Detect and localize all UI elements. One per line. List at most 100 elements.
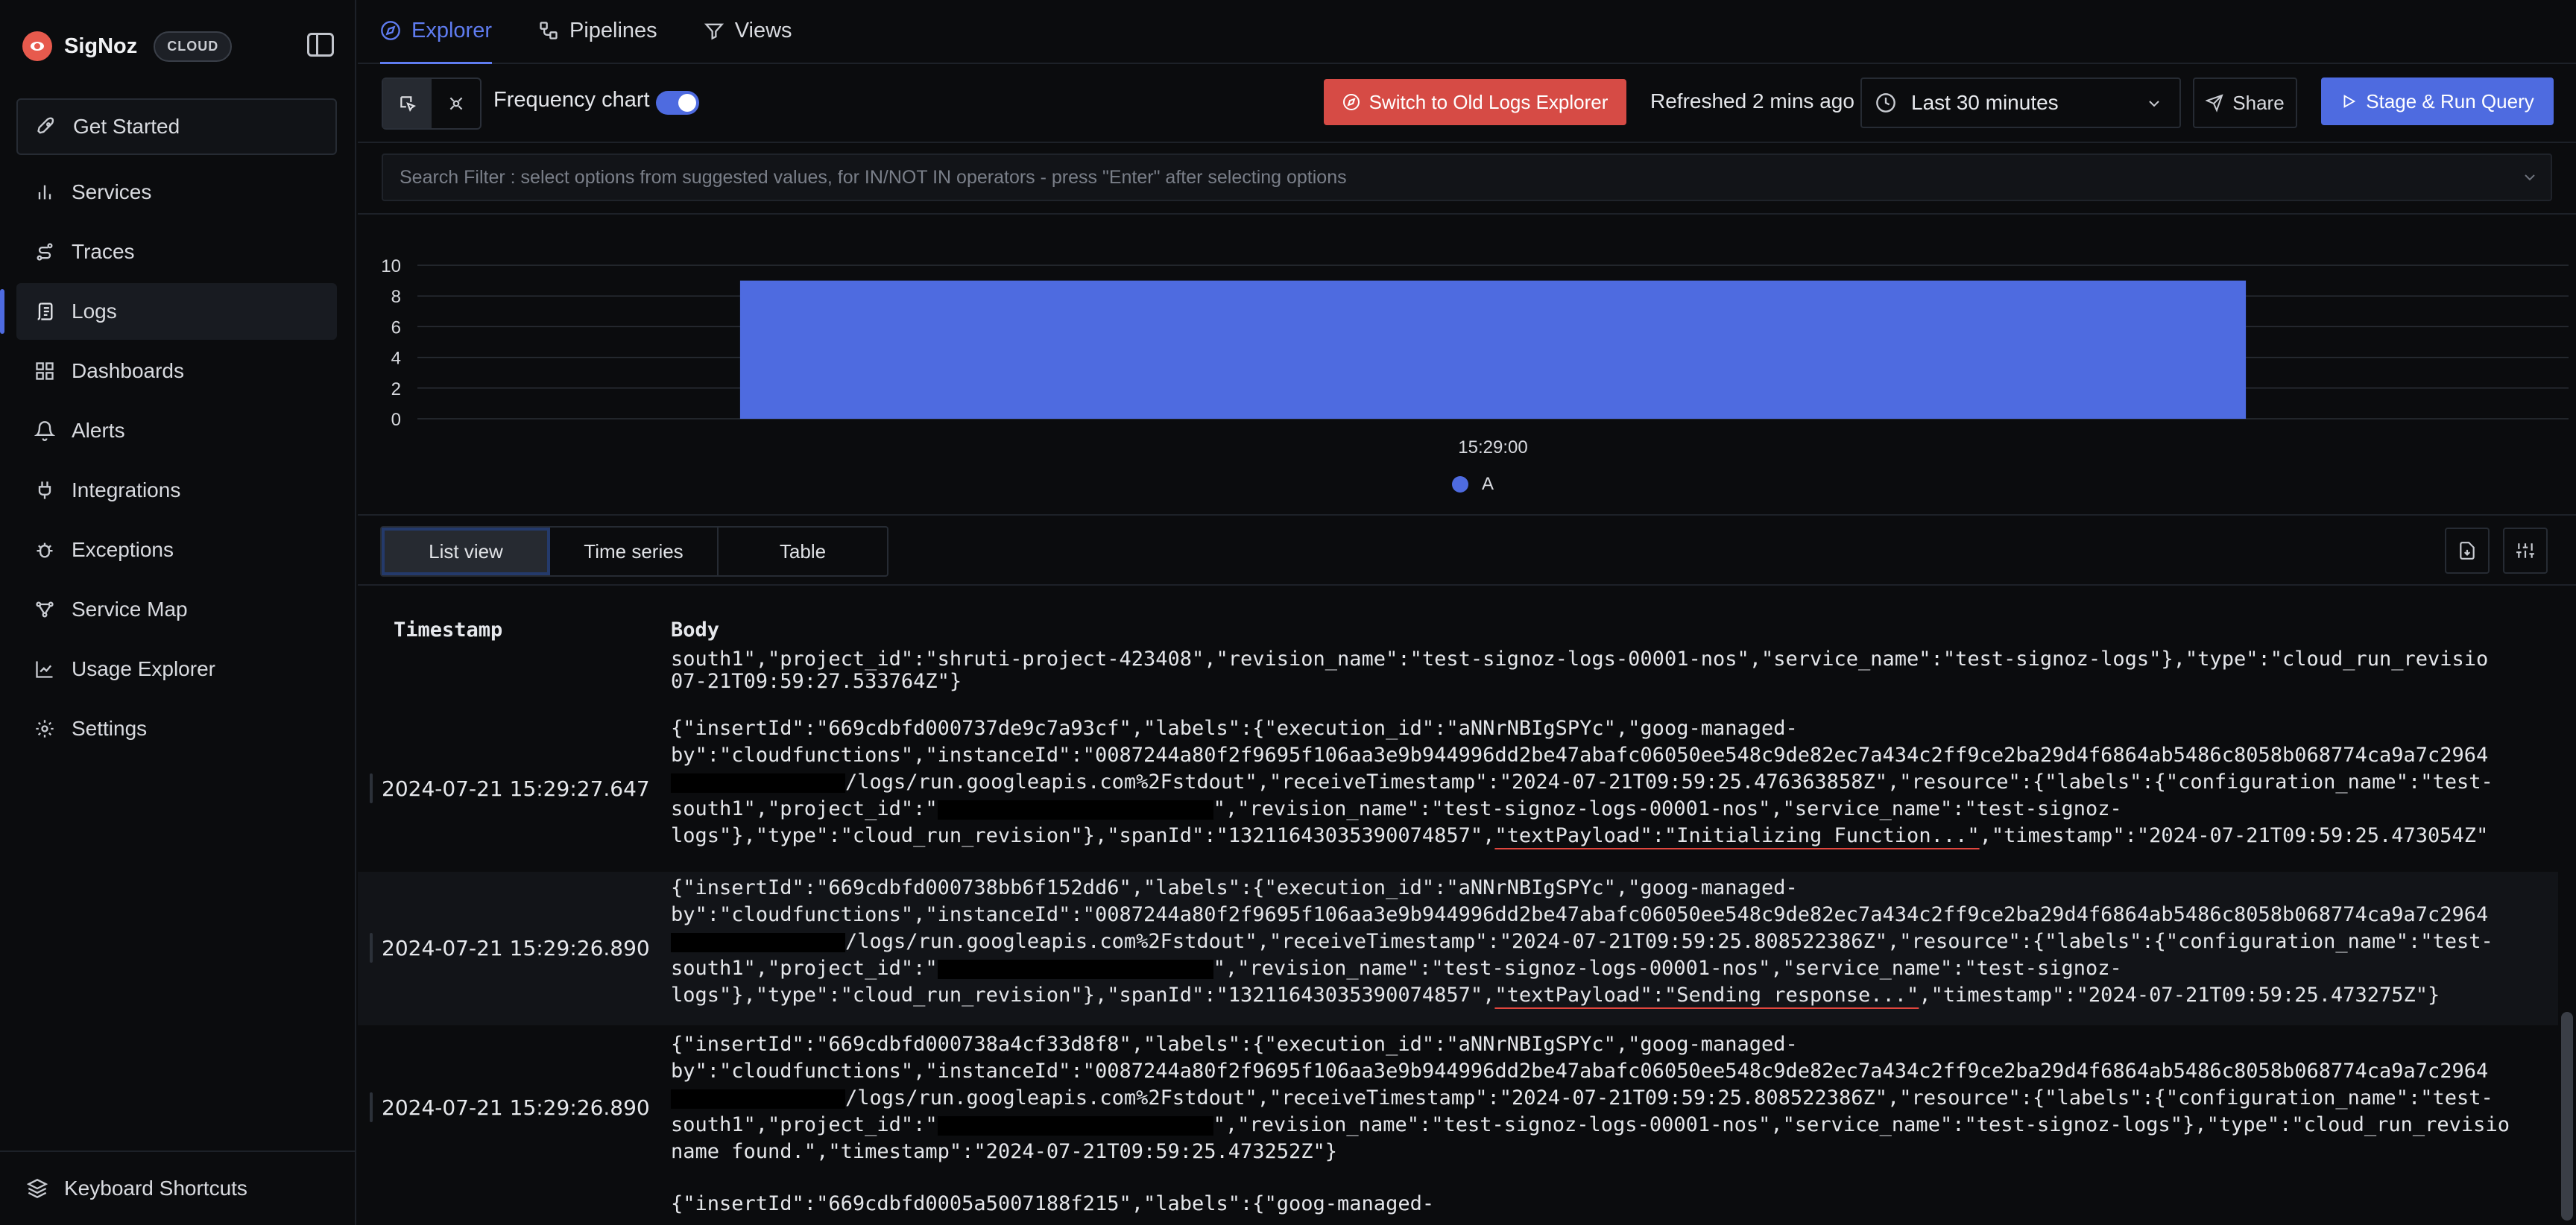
redacted-block — [937, 800, 1213, 820]
time-range-value: Last 30 minutes — [1911, 91, 2059, 114]
chevron-down-icon — [2521, 168, 2539, 191]
body-line: {"insertId":"669cdbfd0005a5007188f215","… — [671, 1192, 1435, 1215]
sidebar-item-integrations[interactable]: Integrations — [16, 462, 337, 519]
log-list: Timestamp Body south1","project_id":"shr… — [358, 587, 2576, 1225]
download-button[interactable] — [2445, 528, 2490, 574]
chart-legend[interactable]: A — [1452, 474, 1494, 495]
body-line: logs"},"type":"cloud_run_revision"},"spa… — [671, 824, 1495, 847]
x-tick-label: 15:29:00 — [1458, 437, 1527, 458]
log-timestamp: 2024-07-21 15:29:27.647 — [370, 773, 650, 803]
sidebar-item-usage-explorer[interactable]: Usage Explorer — [16, 641, 337, 697]
log-list-scrollbar[interactable] — [2561, 1012, 2573, 1221]
tab-list-view[interactable]: List view — [382, 528, 550, 575]
column-header-timestamp: Timestamp — [394, 618, 503, 642]
body-line: south1","project_id":" — [671, 797, 938, 820]
switch-old-explorer-label: Switch to Old Logs Explorer — [1368, 90, 1609, 113]
y-tick-label: 8 — [391, 287, 401, 307]
keyboard-shortcuts-button[interactable]: Keyboard Shortcuts — [0, 1150, 356, 1225]
log-body-partial[interactable]: south1","project_id":"shruti-project-423… — [671, 648, 2576, 693]
log-body: {"insertId":"669cdbfd000737de9c7a93cf","… — [671, 715, 2558, 849]
column-header-body: Body — [671, 618, 720, 642]
query-builder-mode-button[interactable] — [383, 79, 432, 128]
workflow-icon — [538, 20, 559, 41]
map-icon — [34, 599, 55, 620]
bug-icon — [34, 539, 55, 560]
scroll-icon — [34, 301, 55, 322]
body-line: ,"timestamp":"2024-07-21T09:59:25.473054… — [1979, 824, 2489, 847]
y-tick-label: 4 — [391, 349, 401, 369]
sidebar-item-settings[interactable]: Settings — [16, 700, 337, 757]
layout-grid-icon — [34, 361, 55, 382]
clock-icon — [1875, 92, 1896, 113]
body-line: ","revision_name":"test-signoz-logs-0000… — [1213, 797, 2122, 820]
sidebar-item-services[interactable]: Services — [16, 164, 337, 221]
sidebar-nav: Get Started Services Traces Logs Dashboa… — [0, 98, 337, 760]
refreshed-status: Refreshed 2 mins ago — [1650, 89, 1854, 113]
table-row[interactable]: 2024-07-21 15:29:27.647 {"insertId":"669… — [358, 715, 2558, 861]
body-line: /logs/run.googleapis.com%2Fstdout","rece… — [845, 770, 2493, 794]
highlighted-text-payload: "textPayload":"Initializing Function..." — [1494, 824, 1980, 847]
body-line: by":"cloudfunctions","instanceId":"00872… — [671, 1060, 2489, 1083]
search-filter-input[interactable]: Search Filter : select options from sugg… — [382, 153, 2552, 201]
log-body-partial[interactable]: {"insertId":"669cdbfd0005a5007188f215","… — [671, 1191, 2576, 1218]
sidebar-item-dashboards[interactable]: Dashboards — [16, 343, 337, 399]
brand[interactable]: SigNoz CLOUD — [22, 28, 233, 64]
body-line: south1","project_id":" — [671, 957, 938, 980]
sidebar: SigNoz CLOUD Get Started Services Traces… — [0, 0, 356, 1225]
frequency-chart-svg: 0 2 4 6 8 10 15:29:00 — [381, 256, 2569, 458]
keyboard-shortcuts-label: Keyboard Shortcuts — [64, 1177, 247, 1200]
plug-icon — [34, 480, 55, 501]
tab-explorer[interactable]: Explorer — [380, 0, 492, 64]
tab-pipelines[interactable]: Pipelines — [538, 0, 657, 63]
body-line: 07-21T09:59:27.533764Z"} — [671, 670, 962, 693]
sliders-icon — [2516, 543, 2534, 558]
sidebar-item-label: Settings — [72, 717, 148, 740]
body-line: {"insertId":"669cdbfd000738a4cf33d8f8","… — [671, 1033, 1798, 1056]
switch-old-explorer-button[interactable]: Switch to Old Logs Explorer — [1324, 79, 1626, 125]
search-filter-bar: Search Filter : select options from sugg… — [358, 143, 2576, 215]
log-body: {"insertId":"669cdbfd000738bb6f152dd6","… — [671, 875, 2558, 1009]
y-tick-label: 2 — [391, 379, 401, 399]
gear-icon — [34, 718, 55, 739]
frequency-chart-label: Frequency chart — [493, 88, 650, 112]
body-line: ","revision_name":"test-signoz-logs-0000… — [1213, 1113, 2510, 1136]
log-timestamp: 2024-07-21 15:29:26.890 — [370, 933, 650, 963]
legend-label: A — [1482, 474, 1494, 494]
log-timestamp: 2024-07-21 15:29:26.890 — [370, 1092, 650, 1122]
table-row[interactable]: 2024-07-21 15:29:26.890 {"insertId":"669… — [358, 1031, 2558, 1177]
body-line: {"insertId":"669cdbfd000738bb6f152dd6","… — [671, 876, 1798, 899]
y-tick-label: 0 — [391, 410, 401, 430]
tab-label: Explorer — [411, 18, 492, 42]
frequency-chart-toggle[interactable] — [656, 91, 699, 115]
time-range-select[interactable]: Last 30 minutes — [1860, 77, 2181, 128]
sidebar-item-logs[interactable]: Logs — [0, 283, 337, 340]
body-line: by":"cloudfunctions","instanceId":"00872… — [671, 744, 2489, 767]
sidebar-item-label: Get Started — [73, 115, 180, 138]
redacted-block — [937, 959, 1213, 979]
sidebar-item-get-started[interactable]: Get Started — [16, 98, 337, 155]
send-icon — [2206, 92, 2223, 113]
tab-label: Pipelines — [569, 18, 657, 42]
line-chart-icon — [34, 659, 55, 680]
sidebar-item-exceptions[interactable]: Exceptions — [16, 522, 337, 578]
share-button[interactable]: Share — [2193, 77, 2297, 128]
body-line: logs"},"type":"cloud_run_revision"},"spa… — [671, 984, 1495, 1007]
sidebar-item-traces[interactable]: Traces — [16, 224, 337, 280]
sidebar-item-label: Logs — [72, 300, 117, 323]
sidebar-item-alerts[interactable]: Alerts — [16, 402, 337, 459]
body-line: south1","project_id":" — [671, 1113, 938, 1136]
rocket-icon — [36, 116, 57, 137]
stage-run-query-button[interactable]: Stage & Run Query — [2321, 77, 2554, 125]
sidebar-item-service-map[interactable]: Service Map — [16, 581, 337, 638]
clickhouse-mode-button[interactable] — [432, 79, 480, 128]
app-root: SigNoz CLOUD Get Started Services Traces… — [0, 0, 2576, 1225]
sidebar-item-label: Services — [72, 180, 152, 203]
bar-chart-icon — [34, 182, 55, 203]
collapse-sidebar-icon[interactable] — [307, 33, 334, 57]
tab-time-series[interactable]: Time series — [550, 528, 719, 575]
tab-views[interactable]: Views — [704, 0, 792, 63]
table-row[interactable]: 2024-07-21 15:29:26.890 {"insertId":"669… — [358, 872, 2558, 1025]
tab-table[interactable]: Table — [719, 528, 887, 575]
format-options-button[interactable] — [2503, 528, 2548, 574]
y-tick-label: 10 — [381, 256, 401, 276]
